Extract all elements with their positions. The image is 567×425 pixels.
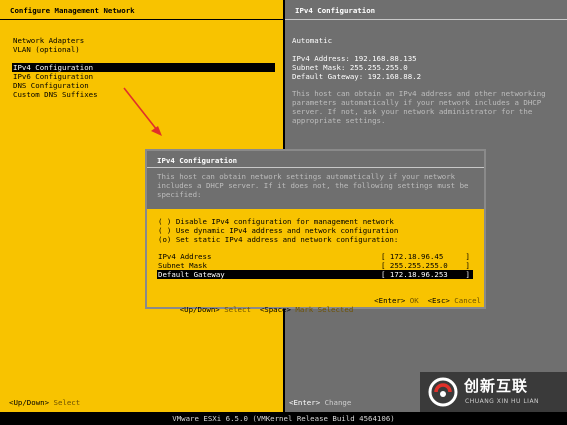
ipv4-address-field-row[interactable]: IPv4 Address [ 172.18.96.45 ] <box>157 252 473 261</box>
default-gateway-input[interactable]: [ 172.18.96.253 ] <box>381 270 473 279</box>
watermark-cn-text: 创新互联 <box>464 377 529 395</box>
dialog-footer: <Up/Down> Select <Space> Mark Selected <… <box>153 296 481 332</box>
ipv4-address-line: IPv4 Address: 192.168.88.135 <box>292 54 417 63</box>
radio-button[interactable]: ( ) <box>158 217 171 226</box>
ipv4-address-label: IPv4 Address <box>158 252 212 261</box>
ipv4-mode: Automatic <box>292 36 333 45</box>
cancel-hint[interactable]: Cancel <box>454 296 481 305</box>
select-hint: Select <box>224 305 251 314</box>
esc-key[interactable]: <Esc> <box>428 296 450 305</box>
ok-hint[interactable]: OK <box>410 296 419 305</box>
esxi-dcui-screen: Configure Management Network Network Ada… <box>0 0 567 425</box>
up-down-key: <Up/Down> <box>9 398 50 407</box>
option-label: Use dynamic IPv4 address and network con… <box>175 226 399 235</box>
right-footer-hint: <Enter> Change <box>289 398 351 407</box>
space-key: <Space> <box>259 305 291 314</box>
network-menu: Network Adapters VLAN (optional) IPv4 Co… <box>12 36 275 99</box>
option-label: Disable IPv4 configuration for managemen… <box>175 217 394 226</box>
left-footer-hint: <Up/Down> Select <box>9 398 80 407</box>
subnet-mask-input[interactable]: [ 255.255.255.0 ] <box>381 261 473 270</box>
menu-spacer <box>12 54 275 63</box>
radio-button[interactable]: ( ) <box>158 226 171 235</box>
watermark-en-text: CHUANG XIN HU LIAN <box>465 398 540 405</box>
menu-item-vlan[interactable]: VLAN (optional) <box>12 45 275 54</box>
dialog-title: IPv4 Configuration <box>157 156 238 165</box>
option-static-ipv4[interactable]: (o) Set static IPv4 address and network … <box>158 235 398 244</box>
mark-selected-hint: Mark Selected <box>295 305 354 314</box>
option-dynamic-ipv4[interactable]: ( ) Use dynamic IPv4 address and network… <box>158 226 398 235</box>
status-bar: VMware ESXi 6.5.0 (VMKernel Release Buil… <box>0 412 567 425</box>
default-gateway-label: Default Gateway <box>158 270 225 279</box>
right-panel-title: IPv4 Configuration <box>285 0 567 20</box>
ipv4-address-input[interactable]: [ 172.18.96.45 ] <box>381 252 473 261</box>
default-gateway-line: Default Gateway: 192.168.88.2 <box>292 72 422 81</box>
subnet-mask-label: Subnet Mask <box>158 261 207 270</box>
change-hint: Change <box>324 398 352 407</box>
ipv4-mode-options: ( ) Disable IPv4 configuration for manag… <box>158 217 398 244</box>
static-ipv4-fields: IPv4 Address [ 172.18.96.45 ] Subnet Mas… <box>157 252 473 279</box>
menu-item-network-adapters[interactable]: Network Adapters <box>12 36 275 45</box>
dialog-actions: <Enter> OK <Esc> Cancel <box>374 296 481 305</box>
ipv4-configuration-dialog: IPv4 Configuration This host can obtain … <box>145 149 486 314</box>
menu-item-ipv4-configuration[interactable]: IPv4 Configuration <box>12 63 275 72</box>
menu-item-dns-configuration[interactable]: DNS Configuration <box>12 81 275 90</box>
menu-item-custom-dns-suffixes[interactable]: Custom DNS Suffixes <box>12 90 275 99</box>
option-disable-ipv4[interactable]: ( ) Disable IPv4 configuration for manag… <box>158 217 398 226</box>
watermark-logo: 创新互联 CHUANG XIN HU LIAN <box>420 372 567 412</box>
subnet-mask-line: Subnet Mask: 255.255.255.0 <box>292 63 408 72</box>
select-hint: Select <box>53 398 81 407</box>
brand-logo-icon <box>428 377 458 407</box>
default-gateway-field-row[interactable]: Default Gateway [ 172.18.96.253 ] <box>157 270 473 279</box>
menu-item-ipv6-configuration[interactable]: IPv6 Configuration <box>12 72 275 81</box>
dialog-title-rule <box>147 167 484 168</box>
right-panel-description: This host can obtain an IPv4 address and… <box>292 89 546 125</box>
ok-key[interactable]: <Enter> <box>374 296 405 305</box>
subnet-mask-field-row[interactable]: Subnet Mask [ 255.255.255.0 ] <box>157 261 473 270</box>
dialog-header: IPv4 Configuration This host can obtain … <box>147 151 484 209</box>
up-down-key: <Up/Down> <box>179 305 220 314</box>
option-label: Set static IPv4 address and network conf… <box>175 235 399 244</box>
left-panel-title: Configure Management Network <box>0 0 283 20</box>
dialog-description: This host can obtain network settings au… <box>157 172 469 199</box>
radio-button-selected[interactable]: (o) <box>158 235 171 244</box>
enter-key: <Enter> <box>289 398 321 407</box>
